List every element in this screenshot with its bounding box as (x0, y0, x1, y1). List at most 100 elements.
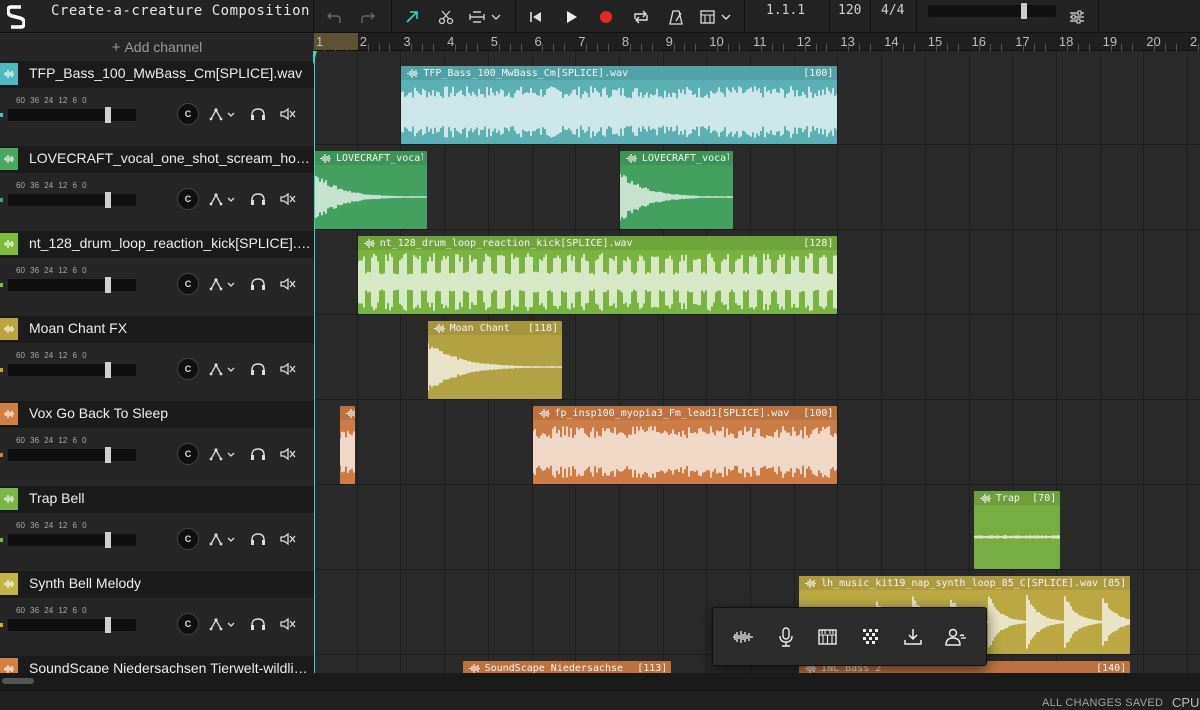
mute-icon[interactable] (278, 103, 298, 125)
clip-header[interactable]: lh_music_kit19_nap_synth_loop_85_C[SPLIC… (799, 576, 1131, 590)
piano-icon[interactable] (816, 626, 840, 648)
time-signature-display[interactable]: 4/4 (881, 3, 904, 18)
play-icon[interactable] (561, 0, 581, 33)
channel-header[interactable]: Moan Chant FX (0, 316, 314, 343)
pan-knob[interactable]: C (177, 613, 199, 635)
master-volume-thumb[interactable] (1020, 3, 1027, 19)
download-icon[interactable] (901, 626, 925, 648)
headphones-icon[interactable] (248, 613, 268, 635)
playhead[interactable] (314, 51, 315, 673)
master-volume-slider[interactable] (928, 3, 1056, 19)
pan-knob[interactable]: C (177, 273, 199, 295)
headphones-icon[interactable] (248, 443, 268, 465)
loop-icon[interactable] (630, 0, 652, 33)
automation-icon[interactable] (209, 103, 237, 125)
position-display[interactable]: 1.1.1 (766, 3, 805, 18)
select-tool-icon[interactable] (400, 0, 424, 33)
redo-icon[interactable] (356, 0, 380, 33)
channel-strip[interactable]: SoundScape Niedersachsen Tierwelt-wildli… (0, 656, 314, 673)
pan-knob[interactable]: C (177, 443, 199, 465)
loop-tool-icon[interactable] (466, 0, 506, 33)
clip-header[interactable]: TFP_Bass_100_MwBass_Cm[SPLICE].wav [100] (401, 66, 838, 80)
audio-clip[interactable]: fp_insp100_myopia3_Fm_lead1[SPLICE].wav [… (532, 406, 838, 484)
project-title[interactable]: Create-a-creature Composition (51, 3, 310, 19)
channel-name[interactable]: Trap Bell (29, 490, 311, 506)
clip-header[interactable]: Trap [70] (973, 491, 1061, 505)
channel-strip[interactable]: TFP_Bass_100_MwBass_Cm[SPLICE].wav 60 36… (0, 61, 314, 146)
clip-header[interactable]: LOVECRAFT_vocal_one_shot_scream_horror (314, 151, 427, 165)
mute-icon[interactable] (278, 358, 298, 380)
mute-icon[interactable] (278, 273, 298, 295)
channel-strip[interactable]: Vox Go Back To Sleep 60 36 24 12 6 0 C (0, 401, 314, 486)
fader-thumb[interactable] (105, 362, 111, 378)
channel-header[interactable]: Trap Bell (0, 486, 314, 513)
headphones-icon[interactable] (248, 103, 268, 125)
channel-strip[interactable]: LOVECRAFT_vocal_one_shot_scream_horror_.… (0, 146, 314, 231)
skip-back-icon[interactable] (526, 0, 546, 33)
volume-fader[interactable] (0, 107, 136, 123)
channel-header[interactable]: Vox Go Back To Sleep (0, 401, 314, 428)
channel-strip[interactable]: Synth Bell Melody 60 36 24 12 6 0 C (0, 571, 314, 656)
scrollbar-thumb[interactable] (2, 678, 34, 684)
fader-thumb[interactable] (105, 532, 111, 548)
channel-strip[interactable]: Trap Bell 60 36 24 12 6 0 C (0, 486, 314, 571)
fader-thumb[interactable] (105, 447, 111, 463)
channel-name[interactable]: SoundScape Niedersachsen Tierwelt-wildli… (29, 660, 311, 673)
fader-thumb[interactable] (105, 192, 111, 208)
record-icon[interactable] (596, 0, 616, 33)
mute-icon[interactable] (278, 443, 298, 465)
scissors-icon[interactable] (434, 0, 458, 33)
clip-header[interactable]: SoundScape Niedersachse [113] (462, 661, 672, 673)
pan-knob[interactable]: C (177, 358, 199, 380)
audio-clip[interactable]: LOVECRAFT_vocal_one_shot_scream_horror (619, 151, 733, 229)
volume-fader[interactable] (0, 277, 136, 293)
automation-icon[interactable] (209, 613, 237, 635)
audio-clip[interactable] (340, 406, 355, 484)
clip-header[interactable]: nt_128_drum_loop_reaction_kick[SPLICE].w… (357, 236, 838, 250)
fader-thumb[interactable] (105, 107, 111, 123)
audio-clip[interactable]: SoundScape Niedersachse [113] (462, 661, 672, 673)
fader-thumb[interactable] (105, 277, 111, 293)
volume-fader[interactable] (0, 617, 136, 633)
volume-fader[interactable] (0, 192, 136, 208)
horizontal-scrollbar[interactable] (0, 673, 1200, 690)
clip-header[interactable]: Moan Chant [118] (427, 321, 563, 335)
audio-clip[interactable]: TFP_Bass_100_MwBass_Cm[SPLICE].wav [100] (401, 66, 838, 144)
channel-header[interactable]: Synth Bell Melody (0, 571, 314, 598)
channel-header[interactable]: SoundScape Niedersachsen Tierwelt-wildli… (0, 656, 314, 673)
tempo-display[interactable]: 120 (838, 3, 861, 18)
add-channel-button[interactable]: + Add channel (0, 39, 314, 61)
track-lane[interactable] (314, 145, 1200, 230)
mute-icon[interactable] (278, 188, 298, 210)
drum-grid-icon[interactable] (859, 626, 883, 648)
channel-header[interactable]: LOVECRAFT_vocal_one_shot_scream_horror_.… (0, 146, 314, 173)
invite-user-icon[interactable] (944, 626, 968, 648)
pan-knob[interactable]: C (177, 528, 199, 550)
microphone-icon[interactable] (774, 626, 798, 648)
metronome-icon[interactable] (666, 0, 686, 33)
channel-strip[interactable]: nt_128_drum_loop_reaction_kick[SPLICE].w… (0, 231, 314, 316)
volume-fader[interactable] (0, 447, 136, 463)
audio-clip[interactable]: nt_128_drum_loop_reaction_kick[SPLICE].w… (357, 236, 838, 314)
channel-name[interactable]: Vox Go Back To Sleep (29, 405, 311, 421)
channel-header[interactable]: TFP_Bass_100_MwBass_Cm[SPLICE].wav (0, 61, 314, 88)
channel-name[interactable]: Moan Chant FX (29, 320, 311, 336)
volume-fader[interactable] (0, 362, 136, 378)
soundtrap-logo-icon[interactable] (0, 0, 32, 33)
cpu-indicator[interactable]: CPU (1172, 695, 1199, 710)
automation-icon[interactable] (209, 528, 237, 550)
channel-name[interactable]: LOVECRAFT_vocal_one_shot_scream_horror_.… (29, 150, 311, 166)
volume-fader[interactable] (0, 532, 136, 548)
waveform-icon[interactable] (731, 626, 755, 648)
channel-header[interactable]: nt_128_drum_loop_reaction_kick[SPLICE].w… (0, 231, 314, 258)
audio-clip[interactable]: LOVECRAFT_vocal_one_shot_scream_horror (314, 151, 427, 229)
automation-icon[interactable] (209, 443, 237, 465)
undo-icon[interactable] (322, 0, 346, 33)
channel-strip[interactable]: Moan Chant FX 60 36 24 12 6 0 C (0, 316, 314, 401)
audio-clip[interactable]: Trap [70] (973, 491, 1061, 569)
automation-icon[interactable] (209, 358, 237, 380)
pan-knob[interactable]: C (177, 188, 199, 210)
headphones-icon[interactable] (248, 273, 268, 295)
clip-header[interactable] (340, 406, 355, 420)
keyboard-icon[interactable] (698, 0, 734, 33)
